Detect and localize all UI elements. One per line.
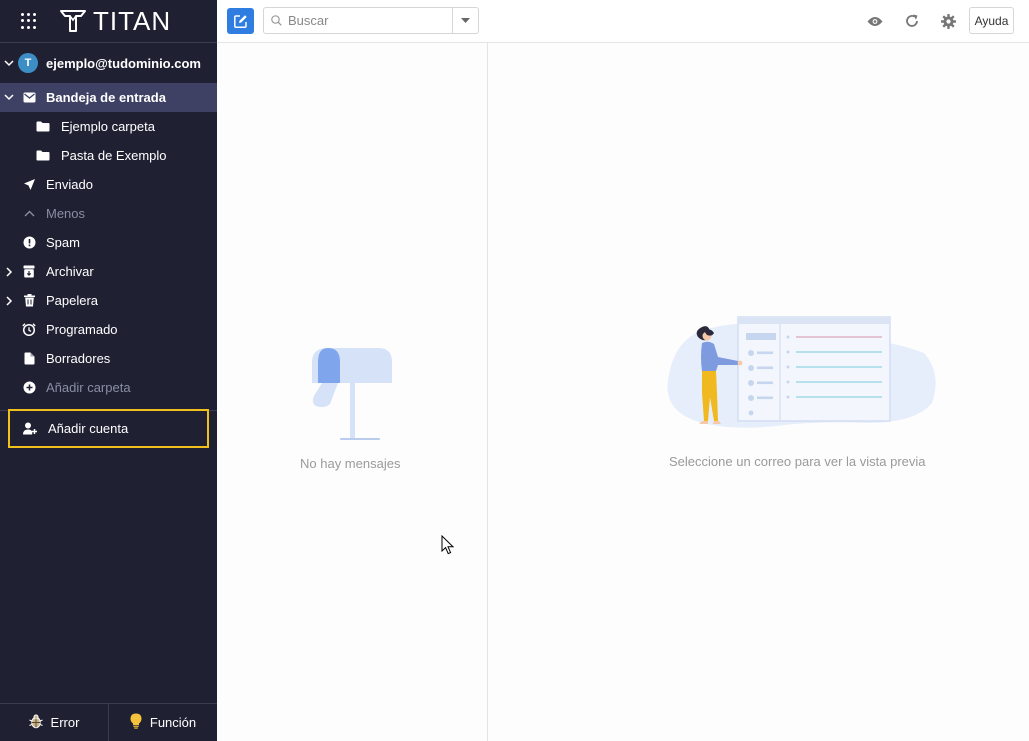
sidebar-item-label: Menos (46, 206, 86, 221)
sidebar-item-label: Enviado (46, 177, 93, 192)
sidebar-item-pasta-de-exemplo[interactable]: Pasta de Exemplo (0, 141, 217, 170)
archive-icon (22, 265, 36, 279)
sidebar-item-spam[interactable]: Spam (0, 228, 217, 257)
account-email: ejemplo@tudominio.com (46, 55, 201, 71)
sidebar-item-label: Añadir carpeta (46, 380, 131, 395)
alert-icon (22, 236, 36, 250)
sidebar-item-label: Ejemplo carpeta (61, 119, 155, 134)
sidebar-item-sent[interactable]: Enviado (0, 170, 217, 199)
caret-down-icon (461, 18, 470, 23)
search-input[interactable] (288, 13, 448, 28)
add-circle-icon (22, 381, 36, 395)
empty-preview-message: Seleccione un correo para ver la vista p… (669, 454, 926, 469)
inbox-icon (22, 91, 36, 105)
draft-icon (22, 352, 36, 366)
empty-mailbox-illustration (312, 348, 392, 440)
trash-icon (22, 294, 36, 308)
mouse-cursor-icon (441, 535, 455, 555)
folder-icon (36, 149, 50, 163)
sidebar-item-label: Borradores (46, 351, 111, 366)
error-label: Error (50, 715, 80, 730)
bug-icon (28, 714, 43, 732)
apps-grid-icon[interactable] (21, 13, 37, 29)
eye-icon[interactable] (867, 13, 883, 29)
lightbulb-icon (130, 713, 142, 732)
clock-icon (22, 323, 36, 337)
logo-bar: TITAN (0, 0, 217, 43)
sidebar-item-label: Papelera (46, 293, 99, 308)
sidebar-item-add-folder[interactable]: Añadir carpeta (0, 373, 217, 402)
add-user-icon (23, 422, 37, 436)
gear-icon[interactable] (940, 13, 956, 29)
sidebar-footer: Error Función (0, 703, 217, 741)
titan-logo-icon (60, 10, 86, 32)
sidebar-item-scheduled[interactable]: Programado (0, 315, 217, 344)
select-email-illustration (667, 316, 936, 428)
sidebar-item-label: Spam (46, 235, 80, 250)
sidebar-item-label: Pasta de Exemplo (61, 148, 167, 163)
compose-icon (234, 14, 247, 28)
sidebar-item-label: Programado (46, 322, 118, 337)
account-row[interactable]: T ejemplo@tudominio.com (0, 43, 217, 83)
sidebar-item-drafts[interactable]: Borradores (0, 344, 217, 373)
chevron-down-icon[interactable] (3, 92, 15, 104)
chevron-up-icon (22, 207, 36, 221)
report-error-button[interactable]: Error (0, 704, 108, 741)
top-toolbar: Ayuda (217, 0, 1029, 43)
chevron-right-icon[interactable] (3, 266, 15, 278)
feature-label: Función (149, 715, 197, 730)
brand-logo: TITAN (59, 6, 171, 37)
sidebar-item-trash[interactable]: Papelera (0, 286, 217, 315)
search-options-dropdown[interactable] (452, 8, 478, 33)
sidebar-item-label: Bandeja de entrada (46, 90, 166, 105)
preview-pane: Seleccione un correo para ver la vista p… (488, 43, 1029, 741)
sidebar-item-archive[interactable]: Archivar (0, 257, 217, 286)
send-icon (22, 178, 36, 192)
sidebar-item-less[interactable]: Menos (0, 199, 217, 228)
sidebar: TITAN T ejemplo@tudominio.com Bandeja de… (0, 0, 217, 741)
brand-name: TITAN (93, 5, 172, 36)
message-list-pane: No hay mensajes (217, 43, 488, 741)
add-account-button[interactable]: Añadir cuenta (8, 409, 209, 448)
add-account-label: Añadir cuenta (48, 421, 129, 436)
compose-button[interactable] (227, 8, 254, 34)
chevron-down-icon[interactable] (3, 57, 15, 69)
avatar: T (18, 53, 38, 73)
sidebar-item-label: Archivar (46, 264, 94, 279)
empty-list-message: No hay mensajes (300, 456, 401, 471)
help-button[interactable]: Ayuda (969, 7, 1014, 34)
search-box[interactable] (263, 7, 479, 34)
feature-request-button[interactable]: Función (108, 704, 217, 741)
search-icon (271, 15, 283, 27)
sidebar-item-inbox[interactable]: Bandeja de entrada (0, 83, 217, 112)
chevron-right-icon[interactable] (3, 295, 15, 307)
refresh-icon[interactable] (904, 13, 920, 29)
folder-icon (36, 120, 50, 134)
sidebar-item-ejemplo-carpeta[interactable]: Ejemplo carpeta (0, 112, 217, 141)
